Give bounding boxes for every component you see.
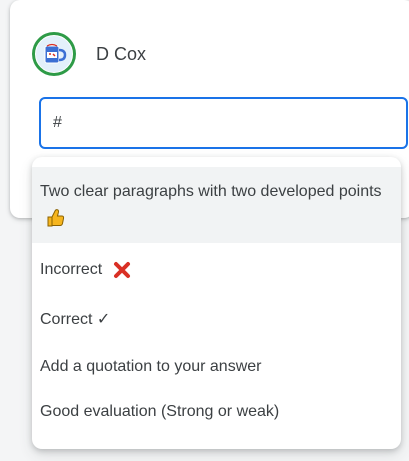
suggestion-item[interactable]: Two clear paragraphs with two developed … [32, 167, 401, 243]
suggestion-text: Correct ✓ [40, 311, 111, 328]
thumbs-up-icon [47, 208, 65, 227]
suggestion-dropdown: Two clear paragraphs with two developed … [32, 157, 401, 449]
suggestion-text: Good evaluation (Strong or weak) [40, 403, 280, 420]
suggestion-item[interactable]: Good evaluation (Strong or weak) [32, 399, 401, 425]
mug-icon [44, 43, 67, 64]
suggestion-item[interactable]: Incorrect [32, 257, 401, 283]
suggestion-text: Incorrect [40, 261, 103, 278]
comment-input[interactable] [39, 97, 408, 149]
suggestion-item[interactable]: Add a quotation to your answer [32, 354, 401, 380]
suggestion-text: Add a quotation to your answer [40, 358, 262, 375]
suggestion-item[interactable]: Correct ✓ [32, 307, 401, 333]
cross-mark-icon [113, 261, 130, 278]
user-row: D Cox [32, 32, 146, 76]
user-name: D Cox [96, 43, 147, 64]
suggestion-text: Two clear paragraphs with two developed … [40, 183, 382, 200]
avatar [32, 32, 76, 76]
